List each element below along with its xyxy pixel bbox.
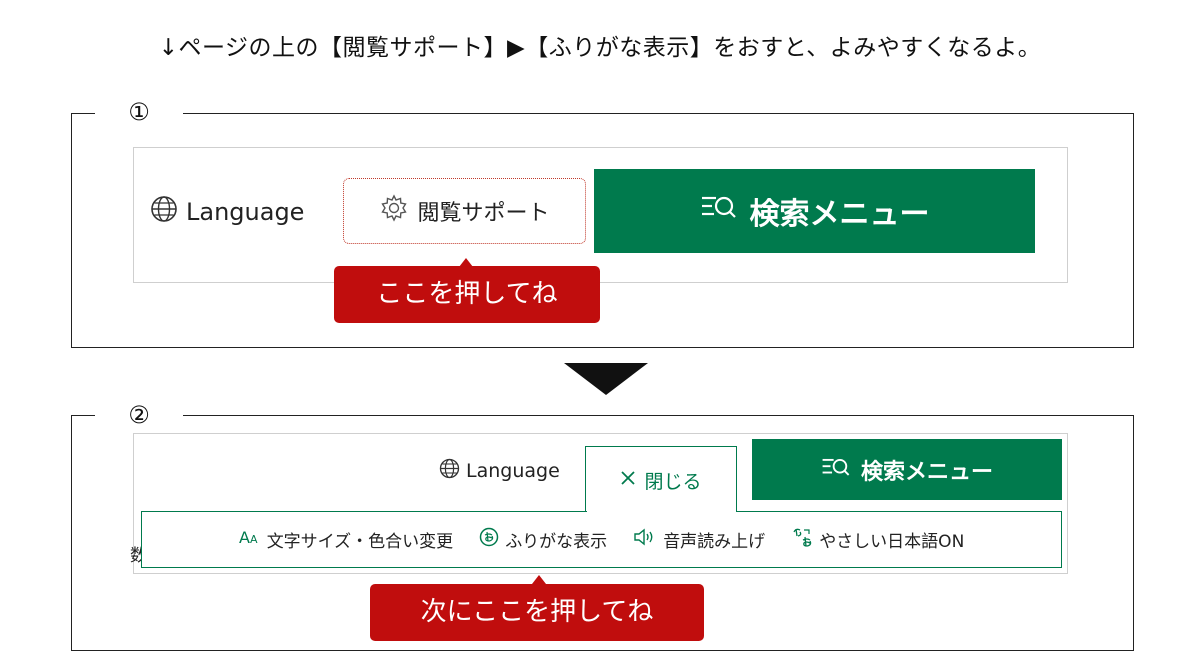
search-menu-button[interactable]: 検索メニュー bbox=[752, 439, 1062, 500]
globe-icon bbox=[439, 458, 460, 484]
search-menu-label: 検索メニュー bbox=[860, 459, 993, 485]
step1-label: ① bbox=[95, 97, 183, 127]
instruction-text: ↓ページの上の【閲覧サポート】▶【ふりがな表示】をおすと、よみやすくなるよ。 bbox=[158, 35, 1042, 61]
browsing-support-button[interactable]: 閲覧サポート bbox=[343, 178, 586, 244]
down-arrow-icon bbox=[564, 363, 648, 395]
search-menu-icon bbox=[821, 455, 851, 485]
language-label: Language bbox=[186, 198, 305, 226]
furigana-icon bbox=[479, 527, 499, 552]
svg-text:A: A bbox=[239, 528, 250, 546]
close-tab[interactable]: 閉じる bbox=[585, 446, 737, 513]
language-link[interactable]: Language bbox=[439, 457, 560, 485]
svg-text:A: A bbox=[250, 533, 258, 546]
browsing-support-panel: A A 文字サイズ・色合い変更 ふりがな表示 音声読み上げ やさしい日本語ON bbox=[141, 511, 1062, 568]
callout-press-here: ここを押してね bbox=[334, 266, 600, 323]
search-menu-icon bbox=[700, 192, 738, 230]
callout-pointer bbox=[532, 575, 546, 584]
read-aloud-label: 音声読み上げ bbox=[663, 532, 766, 552]
search-menu-button[interactable]: 検索メニュー bbox=[594, 169, 1035, 253]
furigana-option[interactable]: ふりがな表示 bbox=[479, 527, 607, 552]
read-aloud-option[interactable]: 音声読み上げ bbox=[633, 527, 765, 552]
easy-japanese-label: やさしい日本語ON bbox=[819, 532, 965, 552]
gear-icon bbox=[379, 193, 409, 229]
easy-japanese-icon bbox=[791, 526, 813, 553]
callout-next-press-here: 次にここを押してね bbox=[370, 584, 704, 641]
search-menu-label: 検索メニュー bbox=[749, 197, 930, 232]
globe-icon bbox=[150, 195, 178, 229]
browsing-support-label: 閲覧サポート bbox=[417, 201, 550, 226]
tab-panel-join bbox=[586, 510, 736, 513]
language-link[interactable]: Language bbox=[150, 194, 304, 230]
step2-label: ② bbox=[95, 400, 183, 430]
text-size-icon: A A bbox=[239, 528, 261, 551]
close-icon bbox=[620, 469, 636, 491]
speaker-icon bbox=[633, 527, 657, 552]
furigana-label: ふりがな表示 bbox=[505, 532, 608, 552]
text-size-color-option[interactable]: A A 文字サイズ・色合い変更 bbox=[239, 527, 454, 552]
language-label: Language bbox=[466, 460, 560, 482]
easy-japanese-option[interactable]: やさしい日本語ON bbox=[791, 526, 964, 553]
close-label: 閉じる bbox=[644, 470, 702, 493]
text-size-color-label: 文字サイズ・色合い変更 bbox=[266, 532, 454, 552]
